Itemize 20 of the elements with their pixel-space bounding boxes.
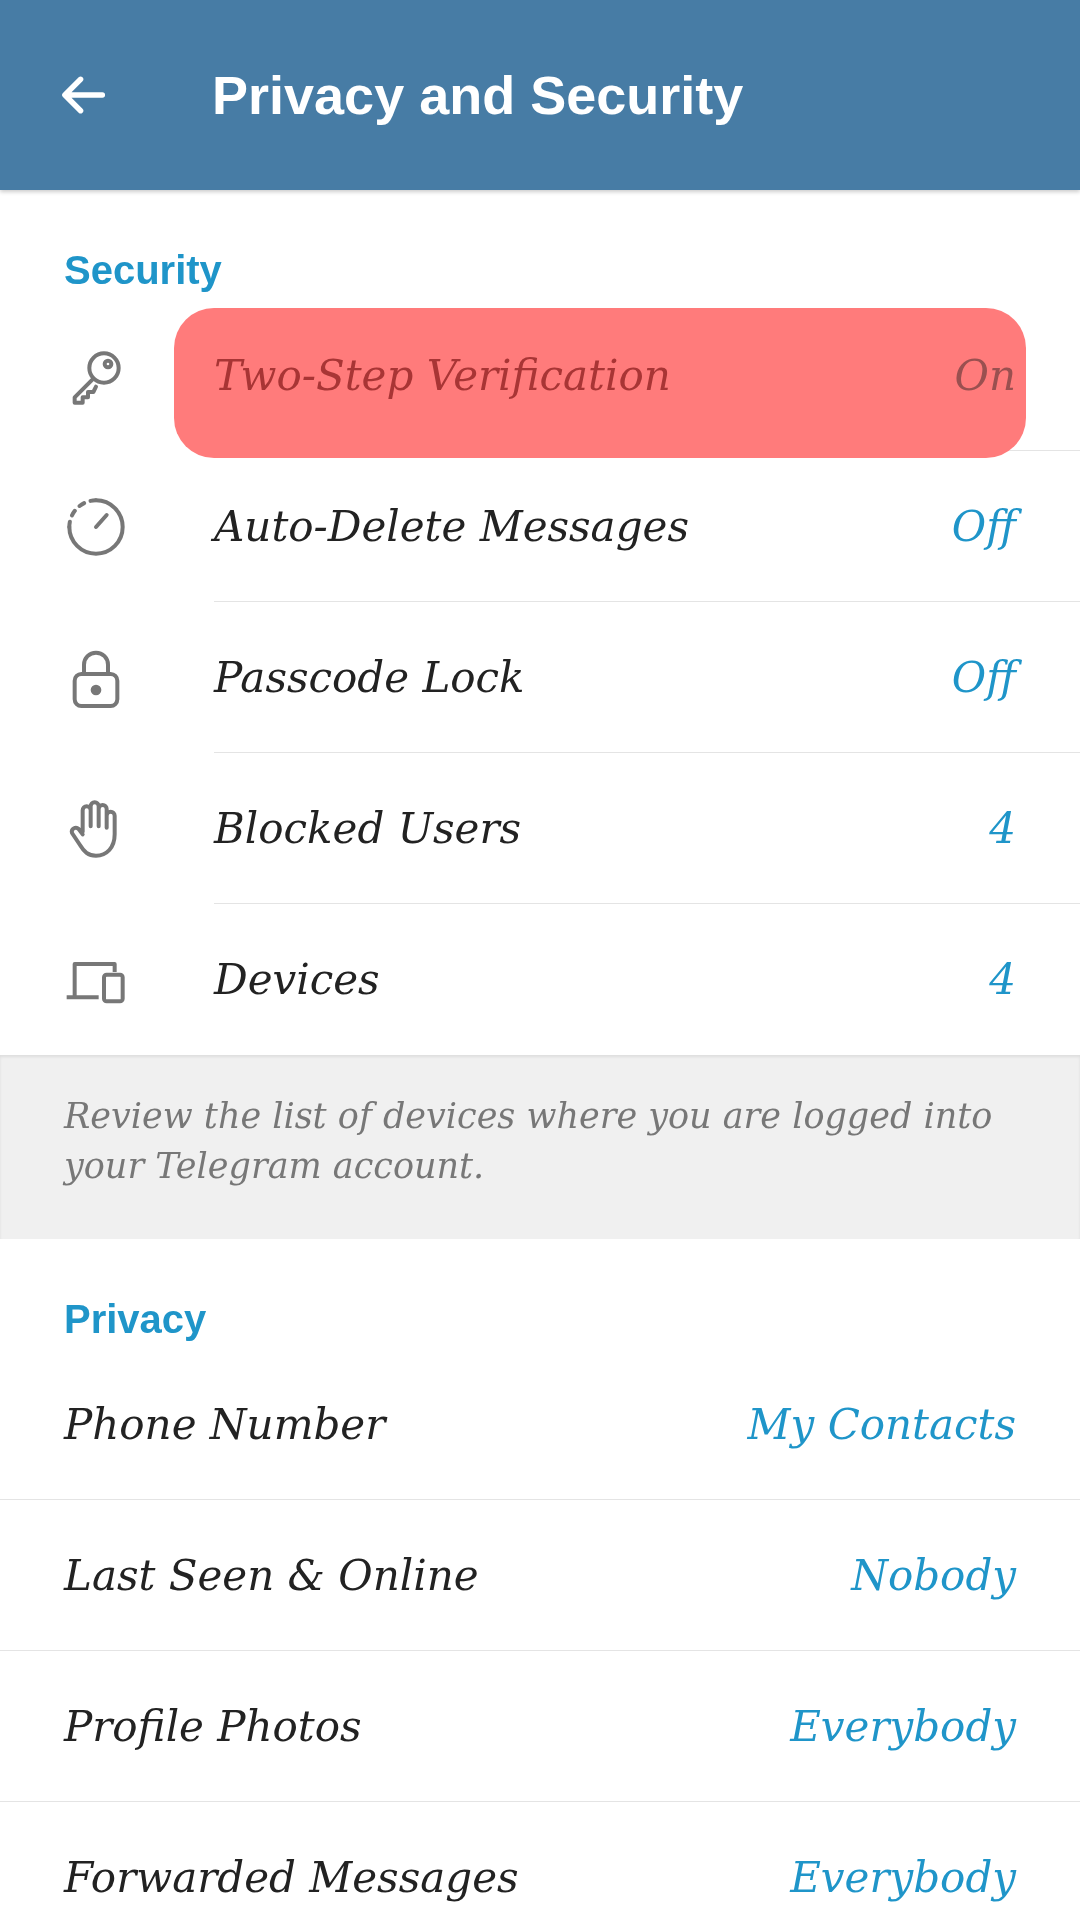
setting-label[interactable]: Phone Number: [64, 1399, 392, 1449]
setting-value: On: [953, 350, 1017, 400]
setting-label[interactable]: Devices: [214, 955, 386, 1004]
setting-value: Off: [945, 652, 1022, 702]
section-title: Privacy: [63, 1296, 208, 1343]
info-text: Review the list of devices where you are logged into your Telegram account.: [64, 1095, 994, 1188]
setting-value: 4: [988, 803, 1017, 853]
setting-value: Nobody: [849, 1550, 1018, 1600]
setting-value: Everybody: [788, 1853, 1018, 1902]
setting-label[interactable]: Last Seen & Online: [64, 1550, 485, 1600]
setting-value: My Contacts: [746, 1399, 1017, 1449]
setting-value: Everybody: [788, 1701, 1018, 1751]
setting-label[interactable]: Blocked Users: [214, 803, 528, 853]
setting-label[interactable]: Forwarded Messages: [64, 1853, 525, 1902]
setting-label[interactable]: Passcode Lock: [214, 652, 531, 702]
setting-value: 4: [988, 955, 1017, 1004]
section-title: Security: [63, 247, 223, 294]
screen-title: Privacy and Security: [212, 64, 744, 126]
setting-label[interactable]: Profile Photos: [64, 1701, 368, 1751]
setting-value: Off: [945, 501, 1022, 551]
